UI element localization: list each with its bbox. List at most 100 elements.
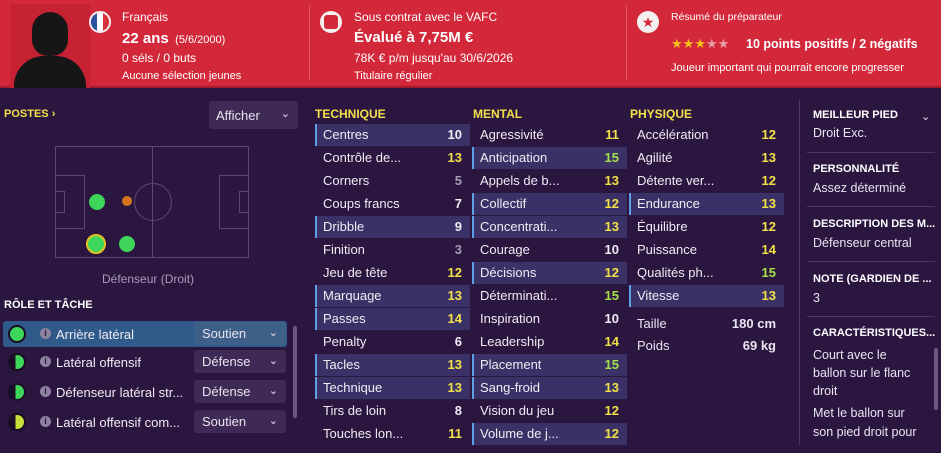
attribute-row[interactable]: Tirs de loin 8: [315, 400, 470, 422]
position-marker-selected[interactable]: [86, 234, 106, 254]
position-marker[interactable]: [122, 196, 132, 206]
attribute-name: Tacles: [323, 357, 360, 372]
attribute-row[interactable]: Marquage 13: [315, 285, 470, 307]
attribute-row[interactable]: Sang-froid 13: [472, 377, 627, 399]
attribute-value: 9: [454, 219, 462, 234]
attribute-row[interactable]: Agressivité 11: [472, 124, 627, 146]
attribute-row[interactable]: Contrôle de... 13: [315, 147, 470, 169]
attribute-value: 13: [447, 380, 462, 395]
traits-scrollbar[interactable]: [934, 348, 938, 410]
attribute-row[interactable]: Qualités ph... 15: [629, 262, 784, 284]
personality-value[interactable]: Assez déterminé: [813, 181, 906, 195]
avatar-silhouette-body: [14, 56, 86, 88]
divider: [807, 206, 935, 207]
pitch-center-circle: [134, 183, 172, 221]
goalkeeper-rating-value: 3: [813, 291, 820, 305]
position-pitch[interactable]: [55, 146, 249, 258]
attribute-row[interactable]: Déterminati... 15: [472, 285, 627, 307]
role-row[interactable]: i Latéral offensif Défense ⌄: [3, 349, 287, 375]
positions-title[interactable]: POSTES ›: [4, 108, 55, 120]
attribute-row[interactable]: Détente ver... 12: [629, 170, 784, 192]
info-icon[interactable]: i: [40, 328, 51, 339]
attribute-value: 12: [447, 265, 462, 280]
attribute-value: 12: [761, 173, 776, 188]
attribute-row[interactable]: Concentrati... 13: [472, 216, 627, 238]
attribute-name: Placement: [480, 357, 542, 372]
attribute-row[interactable]: Accélération 12: [629, 124, 784, 146]
attribute-row[interactable]: Inspiration 10: [472, 308, 627, 330]
attribute-row[interactable]: Centres 10: [315, 124, 470, 146]
attribute-row[interactable]: Vitesse 13: [629, 285, 784, 307]
duty-label: Soutien: [202, 414, 247, 429]
duty-label: Défense: [202, 354, 251, 369]
attribute-row[interactable]: Équilibre 12: [629, 216, 784, 238]
info-icon[interactable]: i: [40, 416, 51, 427]
position-marker[interactable]: [119, 236, 135, 252]
attribute-row[interactable]: Penalty 6: [315, 331, 470, 353]
contract-status[interactable]: Sous contrat avec le VAFC: [354, 10, 497, 24]
coach-summary: 10 points positifs / 2 négatifs: [746, 37, 918, 51]
attribute-row[interactable]: Endurance 13: [629, 193, 784, 215]
show-dropdown-label: Afficher: [216, 107, 260, 123]
attribute-row[interactable]: Touches lon... 11: [315, 423, 470, 445]
club-badge-icon[interactable]: [320, 11, 342, 33]
attribute-value: 12: [761, 127, 776, 142]
attribute-row[interactable]: Leadership 14: [472, 331, 627, 353]
nationality[interactable]: Français: [122, 10, 168, 24]
international-caps: 0 séls / 0 buts: [122, 51, 197, 65]
attribute-row[interactable]: Collectif 12: [472, 193, 627, 215]
role-suitability-icon: [8, 325, 26, 343]
attribute-row[interactable]: Agilité 13: [629, 147, 784, 169]
role-row[interactable]: i Latéral offensif com... Soutien ⌄: [3, 409, 287, 435]
coach-report-title[interactable]: Résumé du préparateur: [671, 11, 782, 23]
attribute-row[interactable]: Technique 13: [315, 377, 470, 399]
attribute-row[interactable]: Volume de j... 12: [472, 423, 627, 445]
attribute-row[interactable]: Placement 15: [472, 354, 627, 376]
attribute-row[interactable]: Corners 5: [315, 170, 470, 192]
attribute-name: Accélération: [637, 127, 709, 142]
duty-dropdown[interactable]: Soutien ⌄: [194, 322, 286, 345]
divider: [807, 316, 935, 317]
attribute-row[interactable]: Puissance 14: [629, 239, 784, 261]
attribute-name: Technique: [323, 380, 383, 395]
role-row[interactable]: i Défenseur latéral str... Défense ⌄: [3, 379, 287, 405]
attribute-name: Leadership: [480, 334, 545, 349]
chevron-down-icon: ⌄: [268, 415, 278, 427]
attribute-value: 10: [447, 127, 462, 142]
attribute-row[interactable]: Jeu de tête 12: [315, 262, 470, 284]
attribute-row[interactable]: Passes 14: [315, 308, 470, 330]
attribute-row[interactable]: Coups francs 7: [315, 193, 470, 215]
show-dropdown[interactable]: Afficher ⌄: [209, 101, 298, 129]
role-row[interactable]: i Arrière latéral Soutien ⌄: [3, 321, 287, 347]
info-icon[interactable]: i: [40, 356, 51, 367]
attribute-row[interactable]: Vision du jeu 12: [472, 400, 627, 422]
attribute-row[interactable]: Appels de b... 13: [472, 170, 627, 192]
attribute-name: Passes: [323, 311, 366, 326]
chevron-down-icon[interactable]: ⌄: [921, 110, 930, 123]
duty-dropdown[interactable]: Défense ⌄: [194, 350, 286, 373]
roles-scrollbar[interactable]: [293, 326, 297, 418]
attribute-row[interactable]: Dribble 9: [315, 216, 470, 238]
duty-dropdown[interactable]: Défense ⌄: [194, 380, 286, 403]
star-icon: ★: [694, 36, 706, 51]
info-icon[interactable]: i: [40, 386, 51, 397]
squad-status: Titulaire régulier: [354, 70, 433, 82]
attribute-row[interactable]: Courage 10: [472, 239, 627, 261]
attribute-name: Sang-froid: [480, 380, 540, 395]
position-marker[interactable]: [89, 194, 105, 210]
attribute-value: 8: [454, 403, 462, 418]
player-avatar[interactable]: [10, 4, 90, 88]
attribute-name: Contrôle de...: [323, 150, 402, 165]
birth-date: (5/6/2000): [175, 34, 226, 46]
duty-dropdown[interactable]: Soutien ⌄: [194, 410, 286, 433]
attribute-name: Inspiration: [480, 311, 540, 326]
duty-label: Défense: [202, 384, 251, 399]
weight-row: Poids 69 kg: [629, 338, 784, 356]
attribute-value: 3: [454, 242, 462, 257]
attribute-row[interactable]: Tacles 13: [315, 354, 470, 376]
attribute-row[interactable]: Décisions 12: [472, 262, 627, 284]
attribute-row[interactable]: Finition 3: [315, 239, 470, 261]
attribute-name: Volume de j...: [480, 426, 559, 441]
attribute-row[interactable]: Anticipation 15: [472, 147, 627, 169]
attribute-name: Détente ver...: [637, 173, 715, 188]
